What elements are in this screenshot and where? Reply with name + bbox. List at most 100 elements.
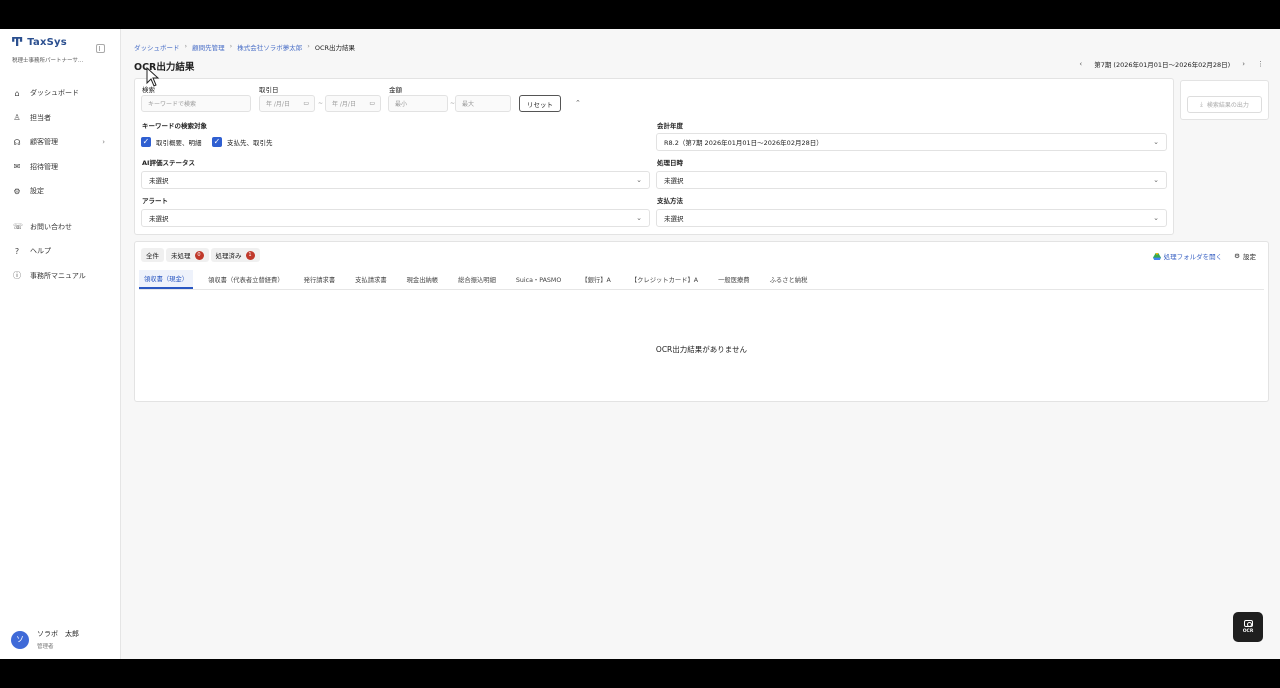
check-icon: ✓ — [141, 137, 151, 147]
sidebar-item-contact[interactable]: ☏ お問い合わせ — [0, 215, 121, 240]
fiscal-year-select[interactable]: R8.2（第7期 2026年01月01日〜2026年02月28日） ⌄ — [656, 133, 1167, 151]
sidebar-item-help[interactable]: ? ヘルプ — [0, 239, 121, 264]
chevron-right-icon[interactable]: › — [1242, 60, 1245, 68]
amount-label: 金額 — [389, 86, 402, 94]
reset-button[interactable]: リセット — [519, 95, 561, 112]
breadcrumb-client[interactable]: 株式会社ソラボ夢太郎 — [237, 42, 302, 52]
tab-processed[interactable]: 処理済み 1 — [210, 248, 260, 262]
payment-label: 支払方法 — [657, 197, 683, 205]
tab-unprocessed[interactable]: 未処理 0 — [166, 248, 209, 262]
tab-cash-book[interactable]: 現金出納帳 — [402, 270, 443, 289]
sidebar-item-label: 事務所マニュアル — [30, 271, 86, 280]
alert-value: 未選択 — [149, 215, 169, 223]
check-icon: ✓ — [212, 137, 222, 147]
chevron-down-icon: ⌄ — [636, 176, 642, 184]
export-label: 検索結果の出力 — [1206, 102, 1249, 109]
tab-receipt-representative[interactable]: 領収書（代表者立替経費） — [203, 270, 289, 289]
gear-icon: ⚙ — [13, 186, 21, 196]
amount-max-input[interactable]: 最大 — [455, 95, 511, 112]
tab-medical[interactable]: 一般医療費 — [713, 270, 754, 289]
period-label[interactable]: 第7期 (2026年01月01日〜2026年02月28日) — [1094, 59, 1230, 69]
sidebar-collapse-icon[interactable] — [96, 44, 105, 53]
gear-icon: ⚙ — [1234, 252, 1240, 260]
payment-value: 未選択 — [664, 215, 684, 223]
open-folder-label: 処理フォルダを開く — [1163, 253, 1223, 261]
processed-at-value: 未選択 — [664, 177, 684, 185]
date-from-input[interactable]: 年 /月/日 ▭ — [259, 95, 315, 112]
user-profile[interactable]: ソ ソラボ 太郎 管理者 — [11, 629, 79, 650]
breadcrumb: ダッシュボード › 顧問先管理 › 株式会社ソラボ夢太郎 › OCR出力結果 — [134, 42, 355, 52]
status-tabs: 全件 未処理 0 処理済み 1 — [141, 248, 260, 262]
processed-at-select[interactable]: 未選択 ⌄ — [656, 171, 1167, 189]
checkbox-label: 取引概要、明細 — [156, 139, 202, 147]
fiscal-year-value: R8.2（第7期 2026年01月01日〜2026年02月28日） — [664, 139, 823, 147]
date-to-input[interactable]: 年 /月/日 ▭ — [325, 95, 381, 112]
chevron-left-icon[interactable]: ‹ — [1079, 60, 1082, 68]
payment-select[interactable]: 未選択 ⌄ — [656, 209, 1167, 227]
person-icon: ♙ — [13, 113, 21, 123]
chat-icon: ☏ — [13, 222, 24, 232]
sidebar-item-manual[interactable]: ⓘ 事務所マニュアル — [0, 264, 121, 289]
mail-icon: ✉ — [13, 162, 21, 172]
tab-bulk-transfer[interactable]: 総合振込明細 — [453, 270, 501, 289]
results-settings-button[interactable]: ⚙ 設定 — [1234, 251, 1256, 261]
settings-label: 設定 — [1243, 253, 1256, 261]
date-label: 取引日 — [259, 86, 279, 94]
brand[interactable]: Ͳ TaxSys — [11, 36, 67, 48]
breadcrumb-clients[interactable]: 顧問先管理 — [192, 42, 225, 52]
avatar: ソ — [11, 630, 29, 649]
sidebar-item-invitations[interactable]: ✉ 招待管理 — [0, 155, 121, 180]
alert-select[interactable]: 未選択 ⌄ — [141, 209, 650, 227]
chevron-up-icon[interactable]: ⌃ — [575, 99, 581, 107]
user-name: ソラボ 太郎 — [37, 630, 79, 638]
tab-label: 処理済み — [215, 252, 242, 260]
period-selector: ‹ 第7期 (2026年01月01日〜2026年02月28日) › ⋮ — [1079, 59, 1264, 69]
sidebar-item-staff[interactable]: ♙ 担当者 — [0, 106, 121, 131]
breadcrumb-separator-icon: › — [307, 42, 310, 50]
keyword-summary-checkbox[interactable]: ✓ 取引概要、明細 — [141, 137, 202, 147]
calendar-icon[interactable]: ▭ — [303, 100, 309, 107]
breadcrumb-dashboard[interactable]: ダッシュボード — [134, 42, 180, 52]
sidebar-item-settings[interactable]: ⚙ 設定 — [0, 179, 121, 204]
nav-divider — [0, 204, 121, 215]
main-content: ダッシュボード › 顧問先管理 › 株式会社ソラボ夢太郎 › OCR出力結果 O… — [121, 29, 1280, 659]
ocr-label: OCR — [1242, 629, 1254, 634]
calendar-icon[interactable]: ▭ — [369, 100, 375, 107]
tab-all[interactable]: 全件 — [141, 248, 164, 262]
open-folder-link[interactable]: 処理フォルダを開く — [1152, 251, 1223, 261]
chevron-down-icon: ⌄ — [1153, 138, 1159, 146]
chevron-right-icon: › — [102, 138, 105, 147]
keyword-payee-checkbox[interactable]: ✓ 支払先、取引先 — [212, 137, 273, 147]
filter-panel: 検索 キーワードで検索 取引日 年 /月/日 ▭ ~ 年 /月/日 ▭ 金額 最… — [134, 78, 1174, 235]
tab-payment-invoice[interactable]: 支払請求書 — [350, 270, 391, 289]
tab-bank-a[interactable]: 【銀行】A — [576, 270, 616, 289]
tab-furusato[interactable]: ふるさと納税 — [765, 270, 813, 289]
export-button[interactable]: ⤓ 検索結果の出力 — [1187, 96, 1262, 113]
document-type-tabs: 領収書（現金） 領収書（代表者立替経費） 発行請求書 支払請求書 現金出納帳 総… — [139, 270, 1264, 290]
results-panel: 全件 未処理 0 処理済み 1 処理フォルダを開く ⚙ 設定 領収書（現金） 領… — [134, 241, 1269, 402]
user-role: 管理者 — [37, 644, 54, 650]
amount-min-input[interactable]: 最小 — [388, 95, 448, 112]
tab-credit-card-a[interactable]: 【クレジットカード】A — [626, 270, 703, 289]
chevron-down-icon: ⌄ — [1153, 176, 1159, 184]
count-badge: 0 — [194, 250, 204, 260]
app-window: Ͳ TaxSys 税理士事務所パートナーサ… ⌂ ダッシュボード ♙ 担当者 ☊… — [0, 29, 1280, 659]
sidebar-item-dashboard[interactable]: ⌂ ダッシュボード — [0, 81, 121, 106]
results-actions: 処理フォルダを開く ⚙ 設定 — [1152, 251, 1256, 261]
tab-suica-pasmo[interactable]: Suica・PASMO — [511, 270, 566, 289]
search-input[interactable]: キーワードで検索 — [141, 95, 251, 112]
sidebar-item-label: 担当者 — [30, 113, 51, 122]
tab-receipt-cash[interactable]: 領収書（現金） — [139, 270, 194, 289]
fiscal-year-label: 会計年度 — [657, 122, 683, 130]
tab-issued-invoice[interactable]: 発行請求書 — [299, 270, 340, 289]
ocr-camera-button[interactable]: OCR — [1233, 612, 1263, 642]
org-name: 税理士事務所パートナーサ… — [12, 58, 84, 64]
ai-status-value: 未選択 — [149, 177, 169, 185]
count-badge: 1 — [245, 250, 255, 260]
more-vertical-icon[interactable]: ⋮ — [1257, 60, 1264, 68]
chevron-down-icon: ⌄ — [636, 214, 642, 222]
taxsys-logo-icon: Ͳ — [11, 35, 24, 49]
sidebar-item-clients[interactable]: ☊ 顧客管理 › — [0, 130, 121, 155]
headset-icon: ☊ — [13, 137, 21, 147]
ai-status-select[interactable]: 未選択 ⌄ — [141, 171, 650, 189]
